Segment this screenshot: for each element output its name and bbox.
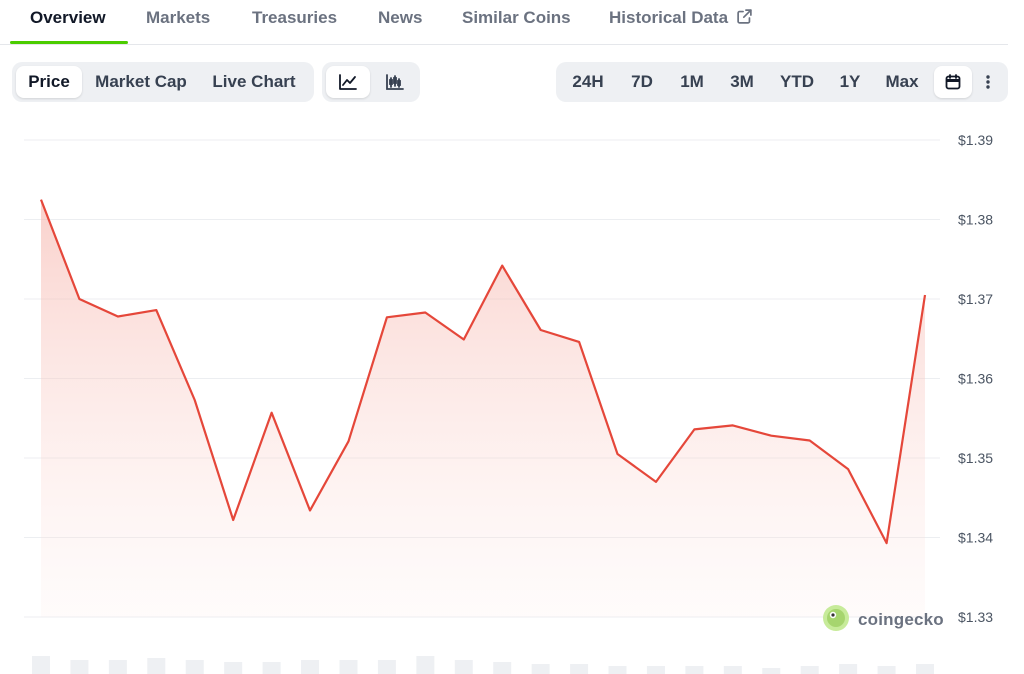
- range-24h-button[interactable]: 24H: [564, 66, 612, 98]
- calendar-icon: [934, 74, 972, 90]
- y-tick-label: $1.35: [958, 450, 993, 466]
- candlestick-chart-icon: [374, 74, 416, 90]
- more-vertical-icon: [976, 74, 1000, 90]
- range-1m-button[interactable]: 1M: [670, 66, 714, 98]
- range-7d-button[interactable]: 7D: [620, 66, 664, 98]
- y-tick-label: $1.37: [958, 291, 993, 307]
- volume-bar: [339, 660, 358, 674]
- volume-bar: [32, 656, 50, 674]
- volume-bar: [301, 660, 320, 674]
- market-cap-button[interactable]: Market Cap: [88, 66, 194, 98]
- coingecko-watermark: coingecko: [822, 604, 944, 637]
- range-3m-button[interactable]: 3M: [720, 66, 764, 98]
- volume-bar: [646, 666, 665, 674]
- tab-treasuries[interactable]: Treasuries: [252, 8, 337, 28]
- volume-bar: [454, 660, 473, 674]
- volume-bar: [839, 664, 858, 674]
- y-axis: $1.39 $1.38 $1.37 $1.36 $1.35 $1.34 $1.33: [958, 132, 993, 625]
- time-range-toggle: 24H 7D 1M 3M YTD 1Y Max: [556, 62, 1008, 102]
- coingecko-logo-icon: [822, 604, 850, 637]
- y-tick-label: $1.38: [958, 212, 993, 228]
- volume-bar: [570, 664, 589, 674]
- candlestick-chart-button[interactable]: [374, 66, 416, 98]
- active-tab-indicator: [10, 41, 128, 44]
- y-tick-label: $1.36: [958, 371, 993, 387]
- calendar-button[interactable]: [934, 66, 972, 98]
- tab-overview[interactable]: Overview: [30, 8, 106, 28]
- volume-bar: [108, 660, 127, 674]
- chart-type-toggle: Price Market Cap Live Chart: [12, 62, 314, 102]
- more-options-button[interactable]: [976, 66, 1000, 98]
- y-tick-label: $1.39: [958, 132, 993, 148]
- tab-historical-data-label: Historical Data: [609, 8, 729, 27]
- live-chart-button[interactable]: Live Chart: [204, 66, 304, 98]
- line-chart-button[interactable]: [326, 66, 370, 98]
- price-chart[interactable]: $1.39 $1.38 $1.37 $1.36 $1.35 $1.34 $1.33: [0, 110, 1024, 674]
- price-button[interactable]: Price: [16, 66, 82, 98]
- volume-bar: [685, 666, 704, 674]
- volume-bar: [147, 658, 166, 674]
- tab-news[interactable]: News: [378, 8, 422, 28]
- price-area: [41, 199, 925, 617]
- volume-bar: [416, 656, 435, 674]
- volume-bar: [377, 660, 396, 674]
- tab-markets[interactable]: Markets: [146, 8, 210, 28]
- tab-similar-coins[interactable]: Similar Coins: [462, 8, 571, 28]
- volume-bar: [877, 666, 896, 674]
- watermark-text: coingecko: [858, 610, 944, 629]
- volume-bar: [70, 660, 89, 674]
- chart-style-toggle: [322, 62, 420, 102]
- volume-bar: [185, 660, 204, 674]
- volume-bar: [493, 662, 512, 674]
- volume-bar: [723, 666, 742, 674]
- line-chart-icon: [326, 74, 370, 90]
- volume-bar: [800, 666, 819, 674]
- volume-bar: [916, 664, 934, 674]
- volume-bar: [762, 668, 781, 674]
- tab-historical-data[interactable]: Historical Data: [609, 8, 753, 30]
- range-1y-button[interactable]: 1Y: [832, 66, 868, 98]
- tab-bar: Overview Markets Treasuries News Similar…: [0, 0, 1008, 45]
- range-max-button[interactable]: Max: [876, 66, 928, 98]
- y-tick-label: $1.33: [958, 609, 993, 625]
- volume-bar: [531, 664, 550, 674]
- volume-bar: [262, 662, 281, 674]
- volume-bar: [608, 666, 627, 674]
- volume-bar: [224, 662, 243, 674]
- range-ytd-button[interactable]: YTD: [770, 66, 824, 98]
- y-tick-label: $1.34: [958, 530, 993, 546]
- volume-bars: [32, 656, 934, 674]
- external-link-icon: [736, 8, 753, 30]
